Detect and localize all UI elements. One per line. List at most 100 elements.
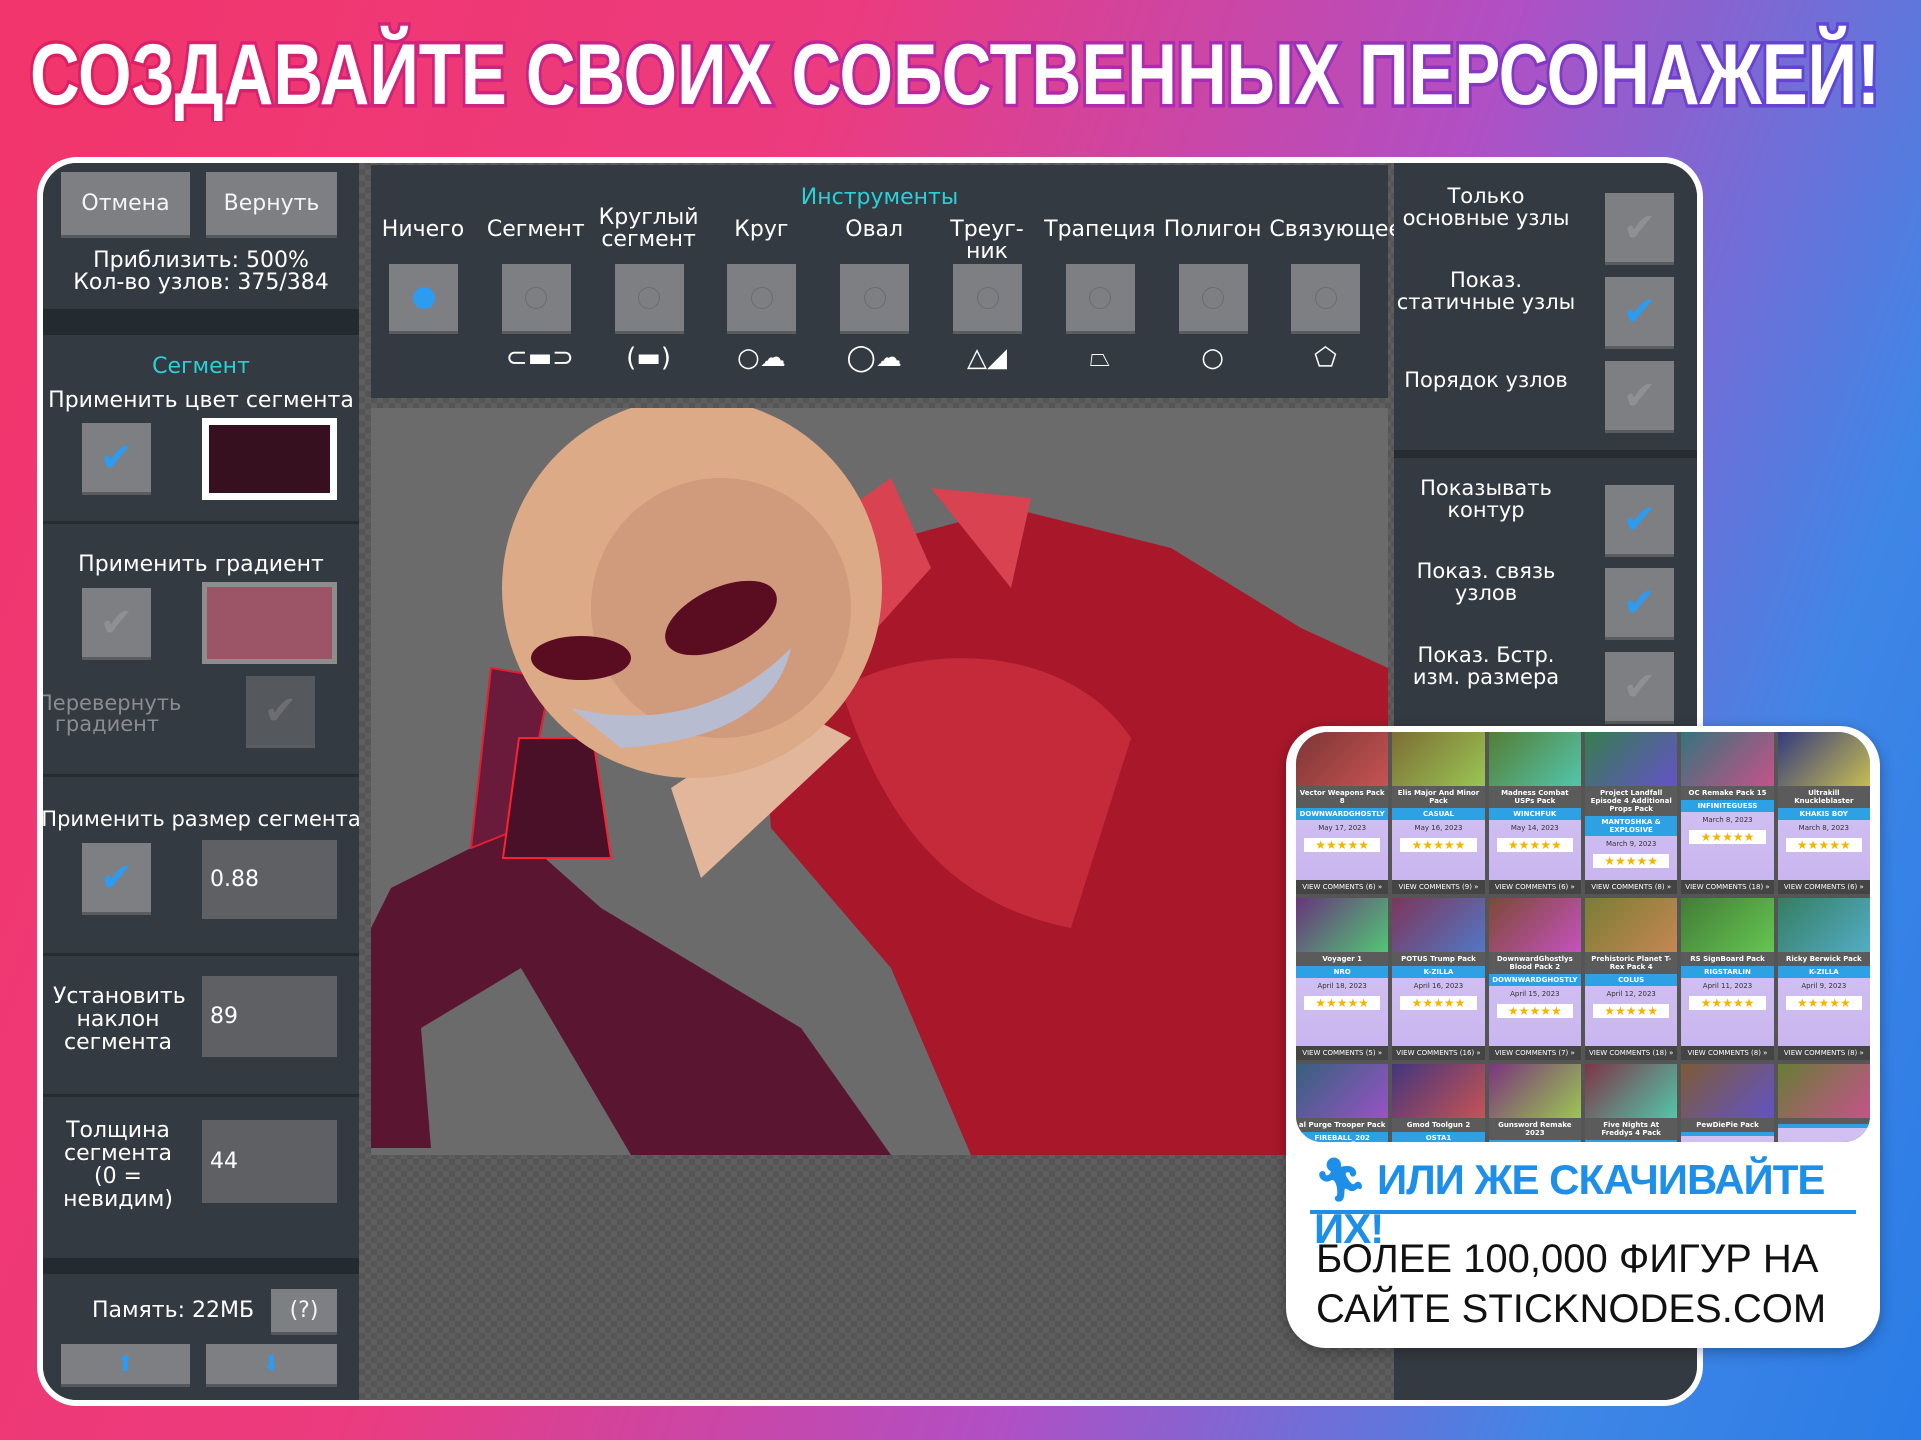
pack-title[interactable]: Project Landfall Episode 4 Additional Pr… bbox=[1585, 786, 1678, 816]
radio-indicator bbox=[412, 286, 435, 309]
option-checkbox[interactable]: ✔ bbox=[1605, 652, 1674, 721]
character-drawing bbox=[371, 408, 1388, 1155]
figure-pack-card[interactable]: Ricky Berwick Pack K-ZILLA April 9, 2023 ★★… bbox=[1777, 898, 1870, 1060]
pack-title[interactable]: Ultrakill Knuckleblaster bbox=[1777, 786, 1870, 808]
pack-title[interactable]: Five Nights At Freddys 4 Pack bbox=[1585, 1118, 1678, 1140]
pack-title[interactable]: Voyager 1 bbox=[1296, 952, 1389, 966]
tool-label: Круглый сегмент bbox=[598, 205, 699, 252]
figure-pack-card[interactable]: RS SignBoard Pack RIGSTARLIN April 11, 202… bbox=[1681, 898, 1774, 1060]
pack-title[interactable]: POTUS Trump Pack bbox=[1392, 952, 1485, 966]
figure-pack-card[interactable]: Five Nights At Freddys 4 Pack bbox=[1585, 1064, 1678, 1142]
tool-8[interactable] bbox=[1291, 264, 1361, 331]
rating-stars: ★★★★★ bbox=[1785, 996, 1862, 1010]
option-checkbox[interactable]: ✔ bbox=[1605, 568, 1674, 637]
undo-button[interactable]: Отмена bbox=[61, 172, 190, 235]
tool-shape-icon: ○ bbox=[1201, 343, 1224, 373]
divider bbox=[43, 953, 359, 956]
rating-stars: ★★★★★ bbox=[1593, 1004, 1670, 1018]
figure-pack-card[interactable]: Ultrakill Knuckleblaster KHAKIS BOY March … bbox=[1777, 732, 1870, 894]
figure-pack-card[interactable]: Vector Weapons Pack 8 DOWNWARDGHOSTLY May … bbox=[1296, 732, 1389, 894]
pack-date: April 15, 2023 bbox=[1510, 990, 1560, 998]
redo-button[interactable]: Вернуть bbox=[206, 172, 337, 235]
tool-7[interactable] bbox=[1178, 264, 1248, 331]
segment-thickness-input[interactable]: 44 bbox=[202, 1120, 337, 1203]
view-comments-link[interactable]: VIEW COMMENTS (5) » bbox=[1296, 1046, 1389, 1060]
pack-title[interactable]: DownwardGhostlys Blood Pack 2 bbox=[1488, 952, 1581, 974]
tool-5[interactable] bbox=[953, 264, 1022, 331]
view-comments-link[interactable]: VIEW COMMENTS (16) » bbox=[1392, 1046, 1485, 1060]
pack-title[interactable]: Elis Major And Minor Pack bbox=[1392, 786, 1485, 808]
figure-pack-card[interactable]: POTUS Trump Pack K-ZILLA April 16, 2023 ★★★… bbox=[1392, 898, 1485, 1060]
segment-angle-input[interactable]: 89 bbox=[202, 976, 337, 1057]
figure-pack-card[interactable]: Gmod Toolgun 2 OSTA1 bbox=[1392, 1064, 1485, 1142]
view-comments-link[interactable]: VIEW COMMENTS (6) » bbox=[1777, 880, 1870, 894]
pack-title[interactable]: Ricky Berwick Pack bbox=[1777, 952, 1870, 966]
figure-pack-card[interactable] bbox=[1777, 1064, 1870, 1142]
pack-title[interactable]: Prehistoric Planet T-Rex Pack 4 bbox=[1585, 952, 1678, 974]
segment-color-swatch[interactable] bbox=[202, 418, 337, 500]
pack-thumbnail bbox=[1585, 732, 1678, 786]
view-comments-link[interactable]: VIEW COMMENTS (18) » bbox=[1681, 880, 1774, 894]
tool-1[interactable] bbox=[501, 264, 571, 331]
view-comments-link[interactable]: VIEW COMMENTS (7) » bbox=[1488, 1046, 1581, 1060]
view-comments-link[interactable]: VIEW COMMENTS (8) » bbox=[1585, 880, 1678, 894]
rating-stars: ★★★★★ bbox=[1400, 838, 1477, 852]
drawing-canvas[interactable] bbox=[371, 408, 1388, 1155]
tool-4[interactable] bbox=[840, 264, 910, 331]
figure-pack-card[interactable]: OC Remake Pack 15 INFINITEGUESS March 8, 2… bbox=[1681, 732, 1774, 894]
pack-thumbnail bbox=[1296, 732, 1389, 786]
figure-pack-card[interactable]: Prehistoric Planet T-Rex Pack 4 COLUS Apri… bbox=[1585, 898, 1678, 1060]
gradient-color-swatch[interactable] bbox=[202, 582, 337, 664]
option-checkbox[interactable]: ✔ bbox=[1605, 361, 1674, 430]
tool-2[interactable] bbox=[614, 264, 684, 331]
radio-indicator bbox=[638, 286, 661, 309]
view-comments-link[interactable]: VIEW COMMENTS (9) » bbox=[1392, 880, 1485, 894]
pack-thumbnail bbox=[1681, 732, 1774, 786]
help-button[interactable]: (?) bbox=[271, 1289, 337, 1332]
option-checkbox[interactable]: ✔ bbox=[1605, 485, 1674, 554]
pack-author: INFINITEGUESS bbox=[1681, 800, 1774, 812]
divider bbox=[43, 1094, 359, 1097]
view-comments-link[interactable]: VIEW COMMENTS (18) » bbox=[1585, 1046, 1678, 1060]
tool-3[interactable] bbox=[727, 264, 797, 331]
figure-pack-card[interactable]: Gunsword Remake 2023LBOSN bbox=[1488, 1064, 1581, 1142]
view-comments-link[interactable]: VIEW COMMENTS (6) » bbox=[1296, 880, 1389, 894]
flip-gradient-checkbox[interactable]: ✔ bbox=[246, 676, 315, 745]
move-up-button[interactable]: ⬆ bbox=[61, 1344, 190, 1384]
option-checkbox[interactable]: ✔ bbox=[1605, 193, 1674, 262]
view-comments-link[interactable]: VIEW COMMENTS (8) » bbox=[1681, 1046, 1774, 1060]
apply-size-checkbox[interactable]: ✔ bbox=[82, 843, 151, 912]
view-comments-link[interactable]: VIEW COMMENTS (8) » bbox=[1777, 1046, 1870, 1060]
pack-title[interactable]: Vector Weapons Pack 8 bbox=[1296, 786, 1389, 808]
tool-label: Сегмент bbox=[486, 217, 585, 242]
pack-title[interactable]: PewDiePie Pack bbox=[1681, 1118, 1774, 1132]
apply-gradient-checkbox[interactable]: ✔ bbox=[82, 588, 151, 657]
check-icon: ✔ bbox=[99, 854, 134, 901]
zoom-level: Приблизить: 500% bbox=[93, 248, 309, 273]
tool-0[interactable] bbox=[389, 264, 458, 331]
move-down-button[interactable]: ⬇ bbox=[206, 1344, 337, 1384]
figure-pack-card[interactable]: Voyager 1 NRO April 18, 2023 ★★★★★ VIEW COMM… bbox=[1296, 898, 1389, 1060]
figure-pack-card[interactable]: Madness Combat USPs Pack WINCHFUK May 14, … bbox=[1488, 732, 1581, 894]
view-comments-link[interactable]: VIEW COMMENTS (6) » bbox=[1488, 880, 1581, 894]
pack-title[interactable]: Gmod Toolgun 2 bbox=[1392, 1118, 1485, 1132]
option-checkbox[interactable]: ✔ bbox=[1605, 277, 1674, 346]
eye-left bbox=[531, 636, 631, 680]
figure-pack-card[interactable]: al Purge Trooper Pack FIREBALL_202 bbox=[1296, 1064, 1389, 1142]
apply-color-checkbox[interactable]: ✔ bbox=[82, 423, 151, 492]
figure-pack-card[interactable]: Elis Major And Minor Pack CASUAL May 16, 2… bbox=[1392, 732, 1485, 894]
pack-title[interactable]: al Purge Trooper Pack bbox=[1296, 1118, 1389, 1132]
pack-title[interactable]: Gunsword Remake 2023 bbox=[1488, 1118, 1581, 1140]
pack-title[interactable]: Madness Combat USPs Pack bbox=[1488, 786, 1581, 808]
figure-pack-card[interactable]: PewDiePie Pack bbox=[1681, 1064, 1774, 1142]
radio-indicator bbox=[750, 286, 773, 309]
segment-size-input[interactable]: 0.88 bbox=[202, 840, 337, 919]
check-icon: ✔ bbox=[99, 599, 134, 646]
figure-pack-card[interactable]: Project Landfall Episode 4 Additional Pr… bbox=[1585, 732, 1678, 894]
figure-pack-card[interactable]: DownwardGhostlys Blood Pack 2 DOWNWARDGHO… bbox=[1488, 898, 1581, 1060]
pack-title[interactable]: OC Remake Pack 15 bbox=[1681, 786, 1774, 800]
pack-title[interactable]: RS SignBoard Pack bbox=[1681, 952, 1774, 966]
pack-author: DOWNWARDGHOSTLY bbox=[1296, 808, 1389, 820]
tool-6[interactable] bbox=[1065, 264, 1135, 331]
pack-thumbnail bbox=[1777, 732, 1870, 786]
